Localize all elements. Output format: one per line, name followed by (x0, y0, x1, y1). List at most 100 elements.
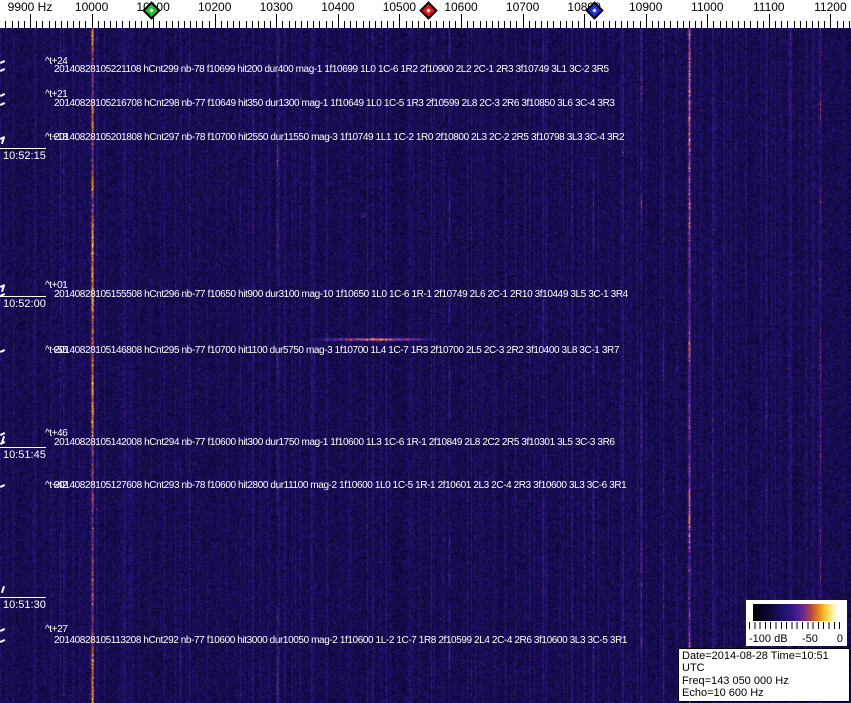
ruler-minor-tick (689, 21, 690, 28)
ruler-minor-tick (664, 21, 665, 28)
ruler-minor-tick (344, 21, 345, 28)
echo-annotation-line: 20140828105201808 hCnt297 nb-78 f10700 h… (54, 133, 624, 143)
ruler-minor-tick (42, 21, 43, 28)
ruler-minor-tick (473, 21, 474, 28)
ruler-minor-tick (209, 21, 210, 28)
info-echo-line: Echo=10 600 Hz (682, 687, 846, 699)
ruler-minor-tick (560, 21, 561, 28)
ruler-minor-tick (590, 21, 591, 28)
ruler-minor-tick (141, 21, 142, 28)
ruler-minor-tick (166, 21, 167, 28)
ruler-minor-tick (670, 21, 671, 28)
ruler-minor-tick (516, 21, 517, 28)
ruler-minor-tick (252, 21, 253, 28)
ruler-major-tick (399, 14, 400, 28)
ruler-minor-tick (350, 21, 351, 28)
ruler-minor-tick (609, 21, 610, 28)
ruler-minor-tick (695, 21, 696, 28)
ruler-minor-tick (436, 21, 437, 28)
ruler-minor-tick (147, 21, 148, 28)
ruler-minor-tick (61, 21, 62, 28)
status-info-box: Date=2014-08-28 Time=10:51 UTC Freq=143 … (678, 648, 850, 702)
info-station-line: HPHK (682, 700, 846, 703)
time-axis-line (0, 597, 46, 598)
ruler-minor-tick (190, 21, 191, 28)
frequency-tick-label: 10000 (75, 0, 108, 14)
info-freq-line: Freq=143 050 000 Hz (682, 675, 846, 687)
ruler-major-tick (338, 14, 339, 28)
info-date-line: Date=2014-08-28 Time=10:51 UTC (682, 650, 846, 675)
ruler-minor-tick (837, 21, 838, 28)
ruler-minor-tick (258, 21, 259, 28)
frequency-tick-label: 10300 (260, 0, 293, 14)
time-axis-label: 10:51:45 (3, 450, 46, 461)
ruler-minor-tick (726, 21, 727, 28)
ruler-minor-tick (818, 21, 819, 28)
echo-annotation-tag: ^t+46 (45, 429, 67, 439)
time-axis-label: 10:52:00 (3, 299, 46, 310)
ruler-minor-tick (172, 21, 173, 28)
ruler-minor-tick (387, 21, 388, 28)
ruler-minor-tick (55, 21, 56, 28)
ruler-minor-tick (627, 21, 628, 28)
ruler-minor-tick (381, 21, 382, 28)
frequency-tick-label: 11200 (814, 0, 846, 14)
echo-annotation-tag: ^t+42 (45, 481, 67, 491)
echo-annotation-tag: ^t+18 (45, 133, 67, 143)
ruler-minor-tick (510, 21, 511, 28)
ruler-minor-tick (356, 21, 357, 28)
time-axis-line (0, 296, 46, 297)
red-marker-diamond-icon[interactable] (419, 1, 437, 19)
ruler-minor-tick (449, 21, 450, 28)
ruler-minor-tick (652, 21, 653, 28)
echo-annotation-tag: ^t+24 (45, 57, 67, 67)
ruler-minor-tick (363, 21, 364, 28)
echo-annotation-tag: ^t+27 (45, 625, 67, 635)
ruler-minor-tick (596, 21, 597, 28)
frequency-tick-label: 10700 (506, 0, 539, 14)
ruler-major-tick (92, 14, 93, 28)
legend-max-label: 0 (837, 633, 843, 645)
ruler-minor-tick (239, 21, 240, 28)
ruler-minor-tick (824, 21, 825, 28)
ruler-major-tick (461, 14, 462, 28)
ruler-minor-tick (393, 21, 394, 28)
spectrogram-waterfall[interactable] (0, 28, 851, 703)
ruler-minor-tick (849, 21, 850, 28)
frequency-ruler[interactable]: 9900 Hz100001010010200103001040010500106… (0, 0, 851, 28)
echo-annotation-tag: ^t+01 (45, 281, 67, 291)
ruler-minor-tick (221, 21, 222, 28)
frequency-tick-label: 10200 (198, 0, 231, 14)
ruler-minor-tick (307, 21, 308, 28)
ruler-minor-tick (412, 21, 413, 28)
ruler-minor-tick (547, 21, 548, 28)
ruler-minor-tick (289, 21, 290, 28)
ruler-minor-tick (406, 21, 407, 28)
ruler-minor-tick (319, 21, 320, 28)
ruler-minor-tick (79, 21, 80, 28)
ruler-minor-tick (282, 21, 283, 28)
ruler-major-tick (523, 14, 524, 28)
ruler-minor-tick (455, 21, 456, 28)
ruler-minor-tick (5, 21, 6, 28)
ruler-minor-tick (233, 21, 234, 28)
marker-center-dot (592, 8, 596, 12)
ruler-minor-tick (615, 21, 616, 28)
ruler-major-tick (707, 14, 708, 28)
ruler-minor-tick (270, 21, 271, 28)
ruler-minor-tick (332, 21, 333, 28)
ruler-minor-tick (492, 21, 493, 28)
ruler-major-tick (30, 14, 31, 28)
ruler-minor-tick (658, 21, 659, 28)
ruler-major-tick (215, 14, 216, 28)
ruler-minor-tick (18, 21, 19, 28)
ruler-minor-tick (757, 21, 758, 28)
ruler-major-tick (769, 14, 770, 28)
ruler-minor-tick (159, 21, 160, 28)
ruler-minor-tick (578, 21, 579, 28)
ruler-minor-tick (424, 21, 425, 28)
ruler-minor-tick (744, 21, 745, 28)
ruler-minor-tick (36, 21, 37, 28)
db-color-scale-legend: -100 dB -50 0 (746, 600, 847, 646)
ruler-minor-tick (313, 21, 314, 28)
